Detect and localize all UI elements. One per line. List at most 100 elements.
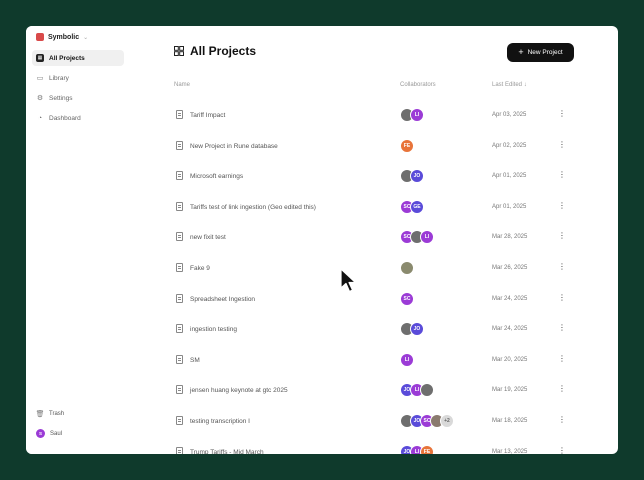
table-row[interactable]: SM LI Mar 20, 2025 ⋮ xyxy=(174,351,574,371)
avatar: S xyxy=(36,429,45,438)
document-icon xyxy=(176,140,183,150)
more-options-icon[interactable]: ⋮ xyxy=(558,354,566,363)
project-name[interactable]: Microsoft earnings xyxy=(190,173,243,180)
more-options-icon[interactable]: ⋮ xyxy=(558,324,566,332)
avatar: +2 xyxy=(440,414,454,428)
mouse-cursor-icon xyxy=(340,268,357,293)
user-name: Saul xyxy=(50,430,63,437)
avatar xyxy=(420,383,434,398)
trash-icon: 🗑 xyxy=(35,410,45,418)
collaborator-avatars: JO xyxy=(400,322,424,337)
table-row[interactable]: Fake 9 Mar 26, 2025 ⋮ xyxy=(174,259,574,279)
project-name[interactable]: SM xyxy=(190,357,200,364)
sidebar-item-label: Dashboard xyxy=(49,114,81,122)
project-name[interactable]: New Project in Rune database xyxy=(190,143,278,150)
sidebar-item-library[interactable]: ▭ Library xyxy=(32,70,124,86)
avatar: JO xyxy=(410,169,424,184)
sidebar-item-label: Trash xyxy=(49,411,65,417)
collaborator-avatars: JO LI FE xyxy=(400,444,434,454)
table-row[interactable]: jensen huang keynote at gtc 2025 JO LI Mar … xyxy=(174,381,574,401)
sidebar-item-dashboard[interactable]: ◔ Dashboard xyxy=(32,110,124,126)
document-icon xyxy=(176,324,183,334)
app-window: Symbolic ⌄ ▦ All Projects ▭ Library ⚙ Se… xyxy=(26,26,618,454)
project-name[interactable]: Tariffs test of link ingestion (Geo edit… xyxy=(190,204,316,211)
table-row[interactable]: new fixit test SC LI Mar 28, 2025 ⋮ xyxy=(174,228,574,248)
table-row[interactable]: testing transcription I JO SC +2 Mar 18, 202… xyxy=(174,412,574,432)
new-project-label: New Project xyxy=(527,49,563,56)
document-icon xyxy=(176,171,183,181)
more-options-icon[interactable]: ⋮ xyxy=(558,171,566,179)
more-options-icon[interactable]: ⋮ xyxy=(558,232,566,240)
avatar: FE xyxy=(420,444,434,454)
sidebar: Symbolic ⌄ ▦ All Projects ▭ Library ⚙ Se… xyxy=(26,26,126,454)
last-edited-date: Mar 24, 2025 xyxy=(492,295,528,302)
column-header-collaborators: Collaborators xyxy=(400,82,436,88)
table-row[interactable]: Microsoft earnings JO Apr 01, 2025 ⋮ xyxy=(174,167,574,187)
avatar: LI xyxy=(410,108,424,122)
last-edited-date: Mar 24, 2025 xyxy=(492,326,528,333)
document-icon xyxy=(176,354,183,364)
new-project-button[interactable]: + New Project xyxy=(507,43,574,62)
sidebar-item-all-projects[interactable]: ▦ All Projects xyxy=(32,50,124,66)
more-options-icon[interactable]: ⋮ xyxy=(558,140,566,149)
document-icon xyxy=(176,263,183,272)
table-row[interactable]: Trump Tariffs - Mid March JO LI FE Mar 13, 2… xyxy=(174,443,574,454)
project-name[interactable]: Fake 9 xyxy=(190,265,210,272)
collaborator-avatars: SC xyxy=(400,291,414,306)
table-row[interactable]: Spreadsheet Ingestion SC Mar 24, 2025 ⋮ xyxy=(174,290,574,310)
avatar: JO xyxy=(410,322,424,337)
grid-icon xyxy=(174,46,184,56)
sidebar-item-label: Library xyxy=(49,74,69,82)
avatar: LI xyxy=(420,230,434,245)
table-row[interactable]: New Project in Rune database FE Apr 02, 20… xyxy=(174,137,574,157)
column-header-last-edited[interactable]: Last Edited ↓ xyxy=(492,82,527,88)
project-name[interactable]: testing transcription I xyxy=(190,418,250,425)
sidebar-user[interactable]: S Saul xyxy=(36,429,62,438)
collaborator-avatars: SC GE xyxy=(400,199,424,214)
project-name[interactable]: Spreadsheet Ingestion xyxy=(190,296,255,303)
more-options-icon[interactable]: ⋮ xyxy=(558,263,566,271)
document-icon xyxy=(176,446,183,454)
column-header-name[interactable]: Name xyxy=(174,82,190,88)
gear-icon: ⚙ xyxy=(36,94,44,102)
sidebar-item-settings[interactable]: ⚙ Settings xyxy=(32,90,124,106)
collaborator-avatars xyxy=(400,261,414,275)
more-options-icon[interactable]: ⋮ xyxy=(558,201,566,210)
document-icon xyxy=(176,201,183,211)
sidebar-item-label: Settings xyxy=(49,94,73,102)
grid-icon: ▦ xyxy=(36,54,44,62)
project-name[interactable]: new fixit test xyxy=(190,234,226,241)
project-name[interactable]: Tariff Impact xyxy=(190,112,225,119)
project-name[interactable]: Trump Tariffs - Mid March xyxy=(190,449,264,454)
table-row[interactable]: Tariffs test of link ingestion (Geo edit… xyxy=(174,198,574,218)
more-options-icon[interactable]: ⋮ xyxy=(558,110,566,118)
project-name[interactable]: ingestion testing xyxy=(190,326,237,333)
more-options-icon[interactable]: ⋮ xyxy=(558,293,566,302)
last-edited-date: Mar 18, 2025 xyxy=(492,418,528,424)
brand[interactable]: Symbolic ⌄ xyxy=(36,30,88,44)
more-options-icon[interactable]: ⋮ xyxy=(558,416,566,424)
project-name[interactable]: jensen huang keynote at gtc 2025 xyxy=(190,387,288,394)
main-content: All Projects + New Project Name Collabor… xyxy=(174,26,618,454)
collaborator-avatars: JO xyxy=(400,169,424,184)
plus-icon: + xyxy=(518,47,524,57)
collaborator-avatars: JO SC +2 xyxy=(400,414,454,428)
table-row[interactable]: ingestion testing JO Mar 24, 2025 ⋮ xyxy=(174,320,574,340)
collaborator-avatars: LI xyxy=(400,108,424,122)
last-edited-date: Apr 03, 2025 xyxy=(492,112,527,118)
last-edited-date: Mar 20, 2025 xyxy=(492,356,528,363)
page-title: All Projects xyxy=(174,44,256,58)
chevron-down-icon: ⌄ xyxy=(83,34,89,41)
document-icon xyxy=(176,385,183,395)
collaborator-avatars: FE xyxy=(400,138,414,153)
avatar: LI xyxy=(400,352,414,367)
more-options-icon[interactable]: ⋮ xyxy=(558,385,566,393)
table-row[interactable]: Tariff Impact LI Apr 03, 2025 ⋮ xyxy=(174,106,574,126)
collaborator-avatars: SC LI xyxy=(400,230,434,245)
more-options-icon[interactable]: ⋮ xyxy=(558,446,566,454)
sidebar-item-trash[interactable]: 🗑 Trash xyxy=(35,410,65,418)
avatar xyxy=(400,261,414,275)
document-icon xyxy=(176,232,183,242)
page-title-text: All Projects xyxy=(190,44,257,58)
document-icon xyxy=(176,293,183,303)
